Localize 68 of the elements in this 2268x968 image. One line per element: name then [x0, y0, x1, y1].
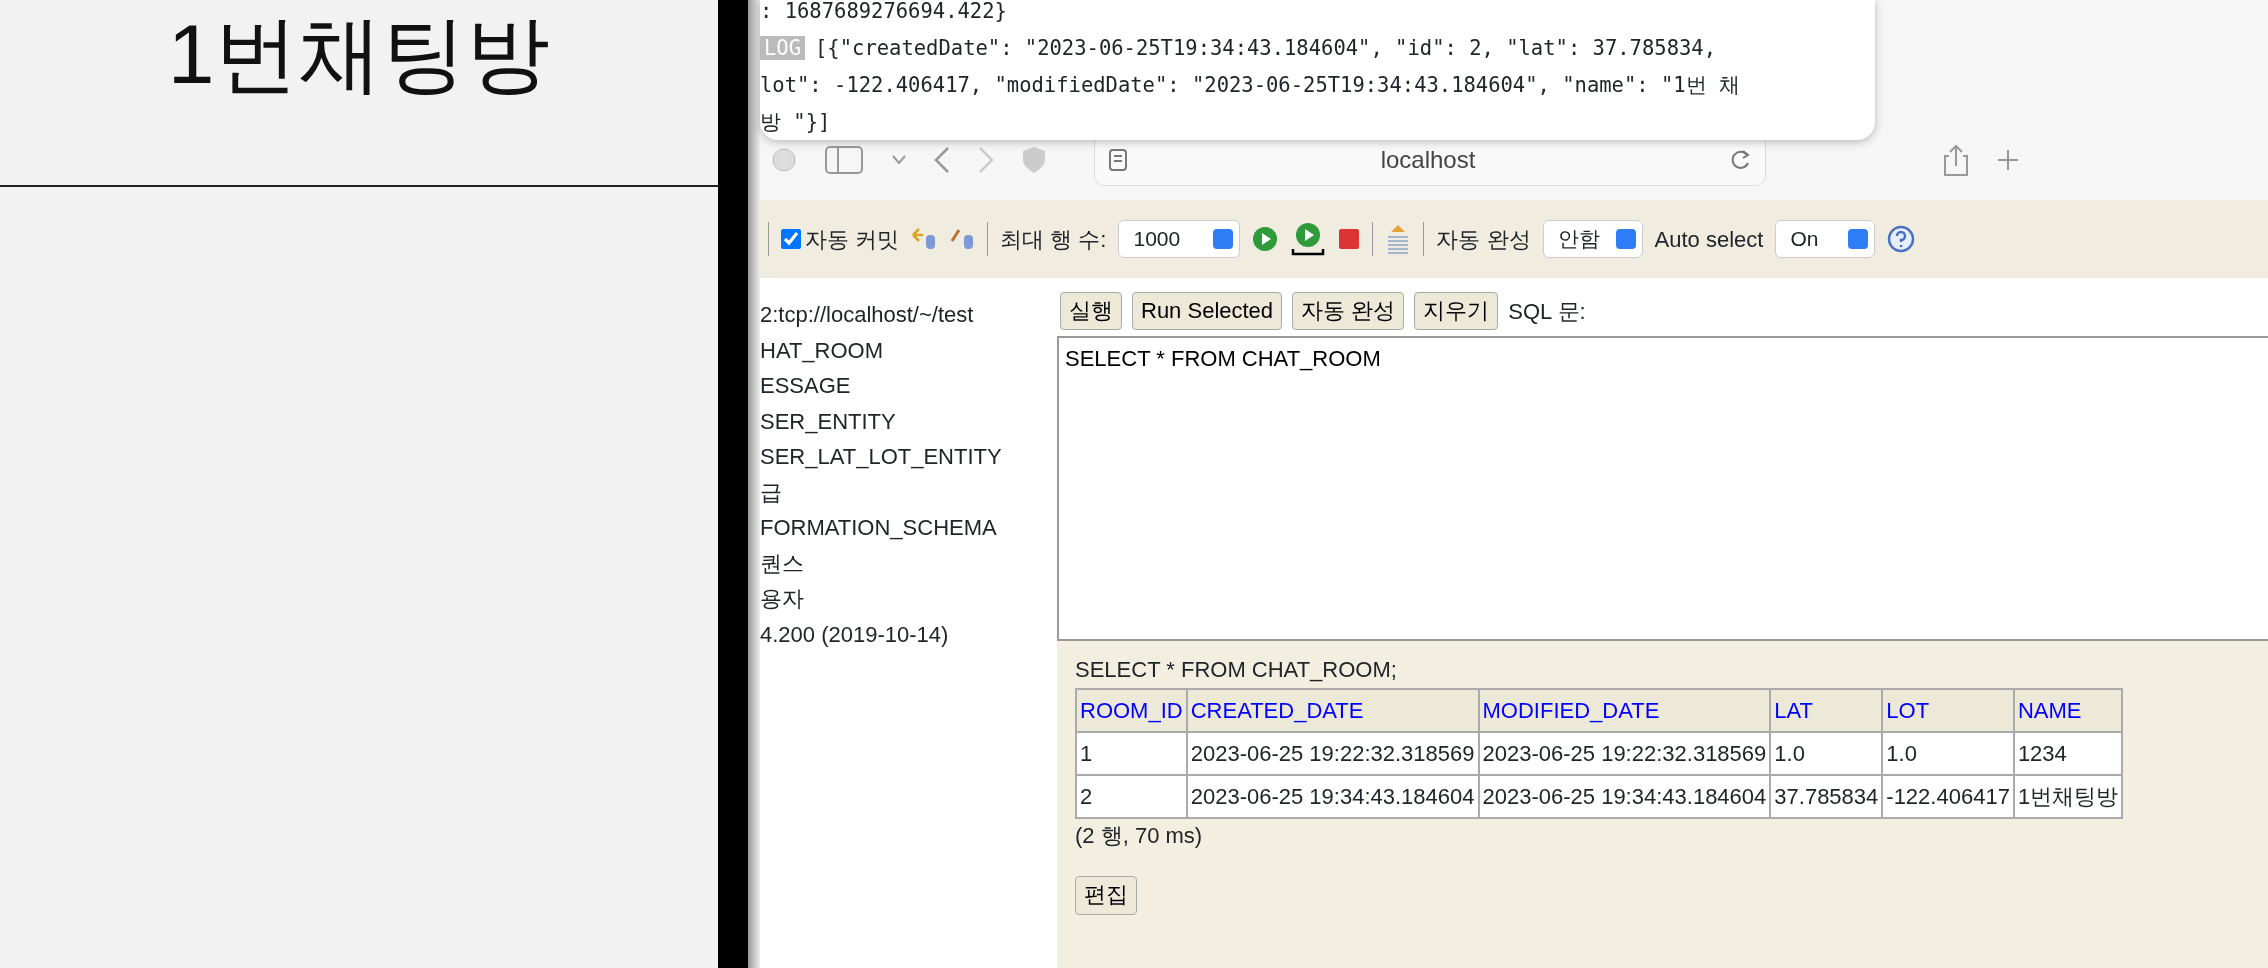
table-cell: 1 — [1076, 732, 1187, 775]
stop-icon[interactable] — [1338, 228, 1361, 250]
column-header[interactable]: LOT — [1882, 689, 2014, 732]
column-header[interactable]: CREATED_DATE — [1186, 689, 1479, 732]
share-icon[interactable] — [1944, 144, 1968, 176]
run-icon[interactable] — [1252, 226, 1279, 252]
window-button-icon[interactable] — [772, 148, 796, 172]
chevron-down-icon[interactable] — [892, 155, 906, 165]
log-badge: LOG — [760, 36, 806, 60]
tree-item[interactable]: FORMATION_SCHEMA — [760, 515, 997, 540]
toolbar-button[interactable]: Run Selected — [1132, 291, 1283, 331]
table-cell: 2023-06-25 19:22:32.318569 — [1186, 732, 1479, 775]
sql-label: SQL 문: — [1508, 297, 1586, 326]
toolbar-button[interactable]: 지우기 — [1414, 291, 1499, 331]
rollback-icon[interactable] — [911, 227, 938, 251]
back-icon[interactable] — [934, 147, 950, 173]
plus-icon[interactable] — [1996, 148, 2020, 172]
table-cell: 2023-06-25 19:22:32.318569 — [1478, 732, 1771, 775]
reload-icon[interactable] — [1729, 149, 1751, 171]
toolbar-button[interactable]: 실행 — [1060, 291, 1122, 331]
tree-item[interactable]: 퀀스 — [760, 550, 804, 576]
run-selected-icon[interactable] — [1290, 222, 1327, 256]
column-header[interactable]: ROOM_ID — [1076, 689, 1187, 732]
commit-icon[interactable] — [949, 227, 976, 251]
chat-room-title: 1번채팅방 — [167, 8, 551, 103]
console-line: [{"createdDate": "2023-06-25T19:34:43.184604", "id": 2, "lat": 37.785834, — [815, 36, 1716, 60]
table-cell: -122.406417 — [1882, 775, 2014, 818]
shield-icon[interactable] — [1022, 146, 1046, 174]
edit-button[interactable]: 편집 — [1075, 876, 1137, 915]
table-cell: 1.0 — [1882, 732, 2014, 775]
toolbar-button[interactable]: 자동 완성 — [1292, 291, 1405, 331]
column-header[interactable]: MODIFIED_DATE — [1478, 689, 1771, 732]
auto-commit-label: 자동 커밋 — [805, 225, 900, 254]
table-cell: 1.0 — [1770, 732, 1883, 775]
auto-select-select[interactable]: On — [1775, 220, 1876, 258]
console-line: lot": -122.406417, "modifiedDate": "2023-06-25T19:34:43.184604", "name": "1번 채 — [760, 73, 1740, 97]
column-header[interactable]: LAT — [1770, 689, 1883, 732]
table-cell: 1234 — [2013, 732, 2123, 775]
help-icon[interactable] — [1887, 225, 1916, 253]
auto-select-label: Auto select — [1654, 225, 1764, 254]
table-cell: 2023-06-25 19:34:43.184604 — [1478, 775, 1771, 818]
max-rows-label: 최대 행 수: — [1000, 225, 1107, 254]
tree-item[interactable]: 용자 — [760, 586, 804, 611]
sql-editor[interactable]: SELECT * FROM CHAT_ROOM — [1057, 336, 2268, 641]
tree-item[interactable]: ESSAGE — [760, 373, 851, 398]
column-header[interactable]: NAME — [2013, 689, 2123, 732]
table-cell: 2 — [1076, 775, 1187, 818]
table-cell: 2023-06-25 19:34:43.184604 — [1186, 775, 1479, 818]
tree-item[interactable]: HAT_ROOM — [760, 337, 884, 363]
autocomplete-label: 자동 완성 — [1436, 225, 1531, 254]
tree-item[interactable]: 2:tcp://localhost/~/test — [760, 302, 974, 327]
tree-item[interactable]: 급 — [760, 479, 782, 505]
autocomplete-select[interactable]: 안함 — [1542, 220, 1643, 258]
result-statement: SELECT * FROM CHAT_ROOM; — [1075, 656, 1398, 684]
console-line: 방 "}] — [760, 110, 831, 134]
sidebar-icon[interactable] — [824, 145, 864, 175]
forward-icon[interactable] — [978, 147, 994, 173]
address-text: localhost — [1379, 145, 1477, 175]
tree-item[interactable]: SER_LAT_LOT_ENTITY — [760, 444, 1002, 469]
max-rows-select[interactable]: 1000 — [1118, 220, 1241, 258]
table-cell: 37.785834 — [1770, 775, 1883, 818]
tree-item[interactable]: 4.200 (2019-10-14) — [760, 621, 949, 647]
result-summary: (2 행, 70 ms) — [1075, 822, 1204, 850]
auto-commit-checkbox[interactable] — [781, 229, 801, 249]
tree-item[interactable]: SER_ENTITY — [760, 408, 896, 434]
table-cell: 1번채팅방 — [2013, 775, 2123, 818]
page-icon — [1109, 149, 1127, 171]
console-line: : 1687689276694.422} — [760, 0, 1007, 23]
